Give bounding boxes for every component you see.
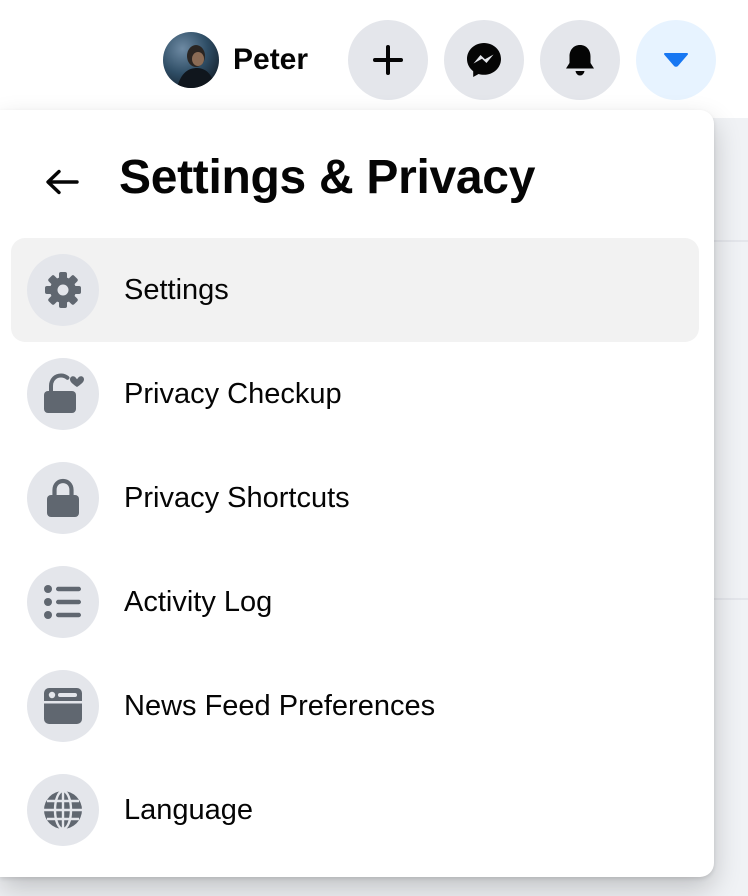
arrow-left-icon [46,169,79,195]
menu-item-settings[interactable]: Settings [11,238,699,342]
messenger-button[interactable] [444,20,524,100]
account-menu-button[interactable] [636,20,716,100]
settings-privacy-panel: Settings & Privacy Settings Privacy Chec… [0,110,714,877]
background-divider [712,240,748,242]
caret-down-icon [664,53,688,67]
menu-icon-wrap [27,462,99,534]
menu-icon-wrap [27,670,99,742]
menu-item-label: Settings [124,273,229,306]
menu-item-privacy-shortcuts[interactable]: Privacy Shortcuts [11,446,699,550]
notifications-button[interactable] [540,20,620,100]
menu-item-activity-log[interactable]: Activity Log [11,550,699,654]
menu-icon-wrap [27,566,99,638]
avatar [163,32,219,88]
menu-icon-wrap [27,358,99,430]
bell-icon [566,45,594,76]
menu-item-label: Activity Log [124,585,273,618]
menu-item-label: Privacy Shortcuts [124,481,350,514]
create-button[interactable] [348,20,428,100]
lock-heart-icon [44,373,84,413]
panel-header: Settings & Privacy [0,110,714,240]
menu-item-privacy-checkup[interactable]: Privacy Checkup [11,342,699,446]
settings-menu: Settings Privacy Checkup Privacy Shortcu… [11,238,699,862]
menu-item-news-feed-preferences[interactable]: News Feed Preferences [11,654,699,758]
panel-title: Settings & Privacy [119,151,536,204]
gear-icon [45,272,81,308]
profile-button[interactable]: Peter [159,28,316,92]
background-divider [712,598,748,600]
globe-icon [44,789,82,831]
messenger-icon [467,43,501,77]
menu-icon-wrap [27,254,99,326]
plus-icon [373,45,403,75]
menu-item-label: Privacy Checkup [124,377,342,410]
back-button[interactable] [24,144,100,220]
menu-item-label: News Feed Preferences [124,689,436,722]
menu-icon-wrap [27,774,99,846]
list-icon [44,585,81,619]
menu-item-label: Language [124,793,254,826]
news-feed-icon [44,688,82,724]
menu-item-language[interactable]: Language [11,758,699,862]
profile-name: Peter [233,43,309,76]
top-bar: Peter [0,0,748,118]
lock-icon [47,478,79,517]
